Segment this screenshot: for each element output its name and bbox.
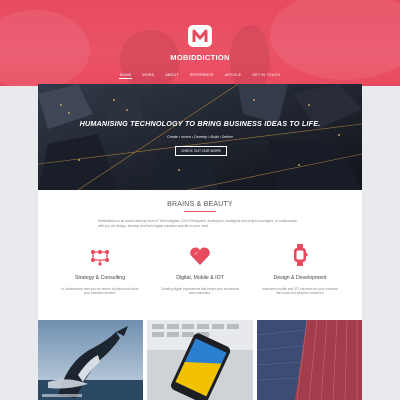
- service-design: Design & Development Innovative mobile a…: [250, 244, 350, 296]
- background-blur: [270, 0, 400, 80]
- building-photo[interactable]: [256, 320, 362, 400]
- network-icon: [91, 250, 109, 266]
- service-name: Digital, Mobile & IOT: [176, 275, 224, 281]
- whale-photo[interactable]: [38, 320, 144, 400]
- check-out-work-button[interactable]: CHECK OUT OUR WORK: [175, 146, 227, 156]
- service-name: Design & Development: [273, 275, 327, 281]
- main-nav: HOME WORK ABOUT REFERENCE ARTICLE GET IN…: [0, 73, 400, 79]
- service-digital: Digital, Mobile & IOT Creating digital e…: [150, 244, 250, 296]
- nav-item-article[interactable]: ARTICLE: [224, 73, 243, 79]
- service-strategy: Strategy & Consulting In collaboration w…: [50, 244, 150, 296]
- logo-icon[interactable]: [188, 25, 212, 47]
- service-description: In collaboration with you we deliver sol…: [61, 287, 139, 296]
- nav-item-work[interactable]: WORK: [141, 73, 155, 79]
- whale-image: [38, 320, 144, 400]
- heart-icon: [190, 247, 210, 265]
- nav-item-reference[interactable]: REFERENCE: [189, 73, 215, 79]
- m-letter-icon: [192, 29, 208, 42]
- nav-item-get-in-touch[interactable]: GET IN TOUCH: [251, 73, 281, 79]
- brand-name[interactable]: MOBIDDICTION: [0, 53, 400, 62]
- site-header: MOBIDDICTION HOME WORK ABOUT REFERENCE A…: [0, 0, 400, 86]
- nav-item-home[interactable]: HOME: [118, 73, 133, 79]
- service-description: Innovative mobile and IOT solutions for …: [262, 287, 338, 296]
- smartwatch-icon: [294, 244, 308, 266]
- section-title: BRAINS & BEAUTY: [167, 201, 233, 208]
- service-name: Strategy & Consulting: [74, 275, 126, 281]
- section-divider: [184, 211, 216, 213]
- service-description: Creating digital experiences that enrich…: [160, 287, 240, 296]
- section-intro: Mobiddiction is an award winning team of…: [98, 219, 298, 228]
- portfolio-tiles: [38, 320, 362, 400]
- smartphone-image: [147, 320, 253, 400]
- page-card: HUMANISING TECHNOLOGY TO BRING BUSINESS …: [38, 84, 362, 400]
- hero-banner: HUMANISING TECHNOLOGY TO BRING BUSINESS …: [38, 84, 362, 190]
- hero-subtitle: Create • Invent • Develop • Build • Deli…: [167, 135, 233, 139]
- smartphone-photo[interactable]: [147, 320, 253, 400]
- building-image: [256, 320, 362, 400]
- nav-item-about[interactable]: ABOUT: [164, 73, 179, 79]
- hero-title: HUMANISING TECHNOLOGY TO BRING BUSINESS …: [79, 119, 321, 128]
